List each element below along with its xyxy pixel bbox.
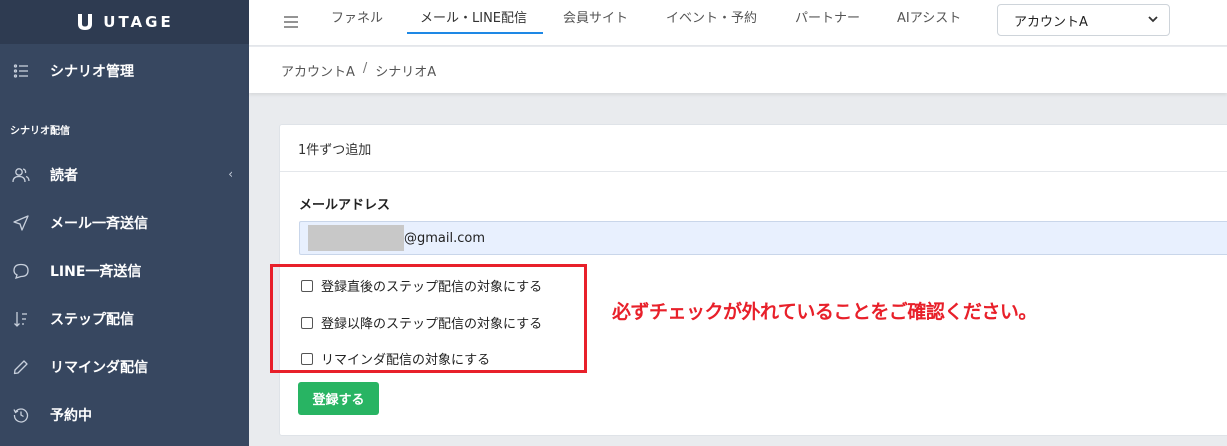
brand-name: UTAGE	[103, 13, 174, 31]
tab-events[interactable]: イベント・予約	[666, 0, 757, 46]
history-icon	[12, 406, 30, 424]
sort-icon	[12, 310, 30, 328]
breadcrumb-bar: アカウントA / シナリオA	[249, 47, 1227, 93]
tab-funnel[interactable]: ファネル	[331, 0, 383, 46]
chat-icon	[12, 262, 30, 280]
hamburger-menu-icon[interactable]	[283, 14, 299, 30]
sidebar-item-label: ステップ配信	[50, 312, 134, 328]
sidebar-item-bulk-email[interactable]: メール一斉送信	[0, 199, 249, 247]
utage-logo-icon	[78, 12, 93, 30]
sidebar-item-label: メール一斉送信	[50, 216, 148, 232]
brand-logo[interactable]: UTAGE	[0, 0, 249, 44]
checkbox-step-immediate[interactable]: 登録直後のステップ配信の対象にする	[301, 276, 542, 295]
breadcrumb: アカウントA / シナリオA	[281, 61, 436, 80]
sidebar-item-label: シナリオ管理	[50, 64, 134, 80]
sidebar-item-step-delivery[interactable]: ステップ配信	[0, 295, 249, 343]
email-input[interactable]: @gmail.com	[299, 221, 1227, 255]
masked-email-local-part	[308, 225, 404, 251]
checkbox-label: リマインダ配信の対象にする	[321, 353, 491, 368]
add-reader-card: 1件ずつ追加 メールアドレス @gmail.com 登録直後のステップ配信の対象…	[279, 124, 1227, 436]
register-button[interactable]: 登録する	[298, 382, 379, 415]
sidebar-item-label: 予約中	[50, 408, 92, 424]
list-icon	[12, 62, 30, 80]
sidebar-item-label: 読者	[50, 168, 78, 184]
sidebar-item-label: リマインダ配信	[50, 360, 148, 376]
sidebar: UTAGE シナリオ管理 シナリオ配信 読者 ‹ メール一斉送信 LINE一斉送…	[0, 0, 249, 446]
chevron-left-icon: ‹	[228, 167, 233, 181]
chevron-down-icon	[1148, 16, 1158, 23]
checkbox[interactable]	[301, 352, 313, 365]
breadcrumb-separator: /	[362, 61, 368, 76]
checkbox-reminder[interactable]: リマインダ配信の対象にする	[301, 349, 490, 368]
sidebar-item-readers[interactable]: 読者 ‹	[0, 151, 249, 199]
sidebar-item-reserved[interactable]: 予約中	[0, 391, 249, 439]
tab-ai-assist[interactable]: AIアシスト	[897, 0, 961, 46]
users-icon	[12, 166, 30, 184]
send-icon	[12, 214, 30, 232]
checkbox[interactable]	[301, 279, 313, 292]
tab-mail-line[interactable]: メール・LINE配信	[420, 0, 527, 46]
breadcrumb-item-scenario: シナリオA	[375, 65, 437, 80]
email-input-value: @gmail.com	[404, 230, 486, 246]
card-title: 1件ずつ追加	[280, 125, 1227, 172]
annotation-text: 必ずチェックが外れていることをご確認ください。	[612, 301, 1037, 323]
active-tab-indicator	[407, 32, 543, 34]
pencil-icon	[12, 358, 30, 376]
sidebar-section-label: シナリオ配信	[10, 126, 70, 137]
email-label: メールアドレス	[299, 198, 391, 213]
sidebar-item-reminder-delivery[interactable]: リマインダ配信	[0, 343, 249, 391]
top-navbar: ファネル メール・LINE配信 会員サイト イベント・予約 パートナー AIアシ…	[249, 0, 1227, 46]
sidebar-item-scenario-management[interactable]: シナリオ管理	[0, 47, 249, 95]
sidebar-item-label: LINE一斉送信	[50, 264, 142, 280]
account-select-value: アカウントA	[1014, 14, 1088, 30]
tab-member-site[interactable]: 会員サイト	[563, 0, 628, 46]
sidebar-item-bulk-line[interactable]: LINE一斉送信	[0, 247, 249, 295]
tab-partner[interactable]: パートナー	[795, 0, 860, 46]
breadcrumb-item-account[interactable]: アカウントA	[281, 61, 355, 80]
checkbox-step-after[interactable]: 登録以降のステップ配信の対象にする	[301, 313, 542, 332]
checkbox[interactable]	[301, 316, 313, 329]
checkbox-label: 登録以降のステップ配信の対象にする	[321, 317, 543, 332]
account-select[interactable]: アカウントA	[997, 4, 1170, 36]
checkbox-label: 登録直後のステップ配信の対象にする	[321, 280, 543, 295]
